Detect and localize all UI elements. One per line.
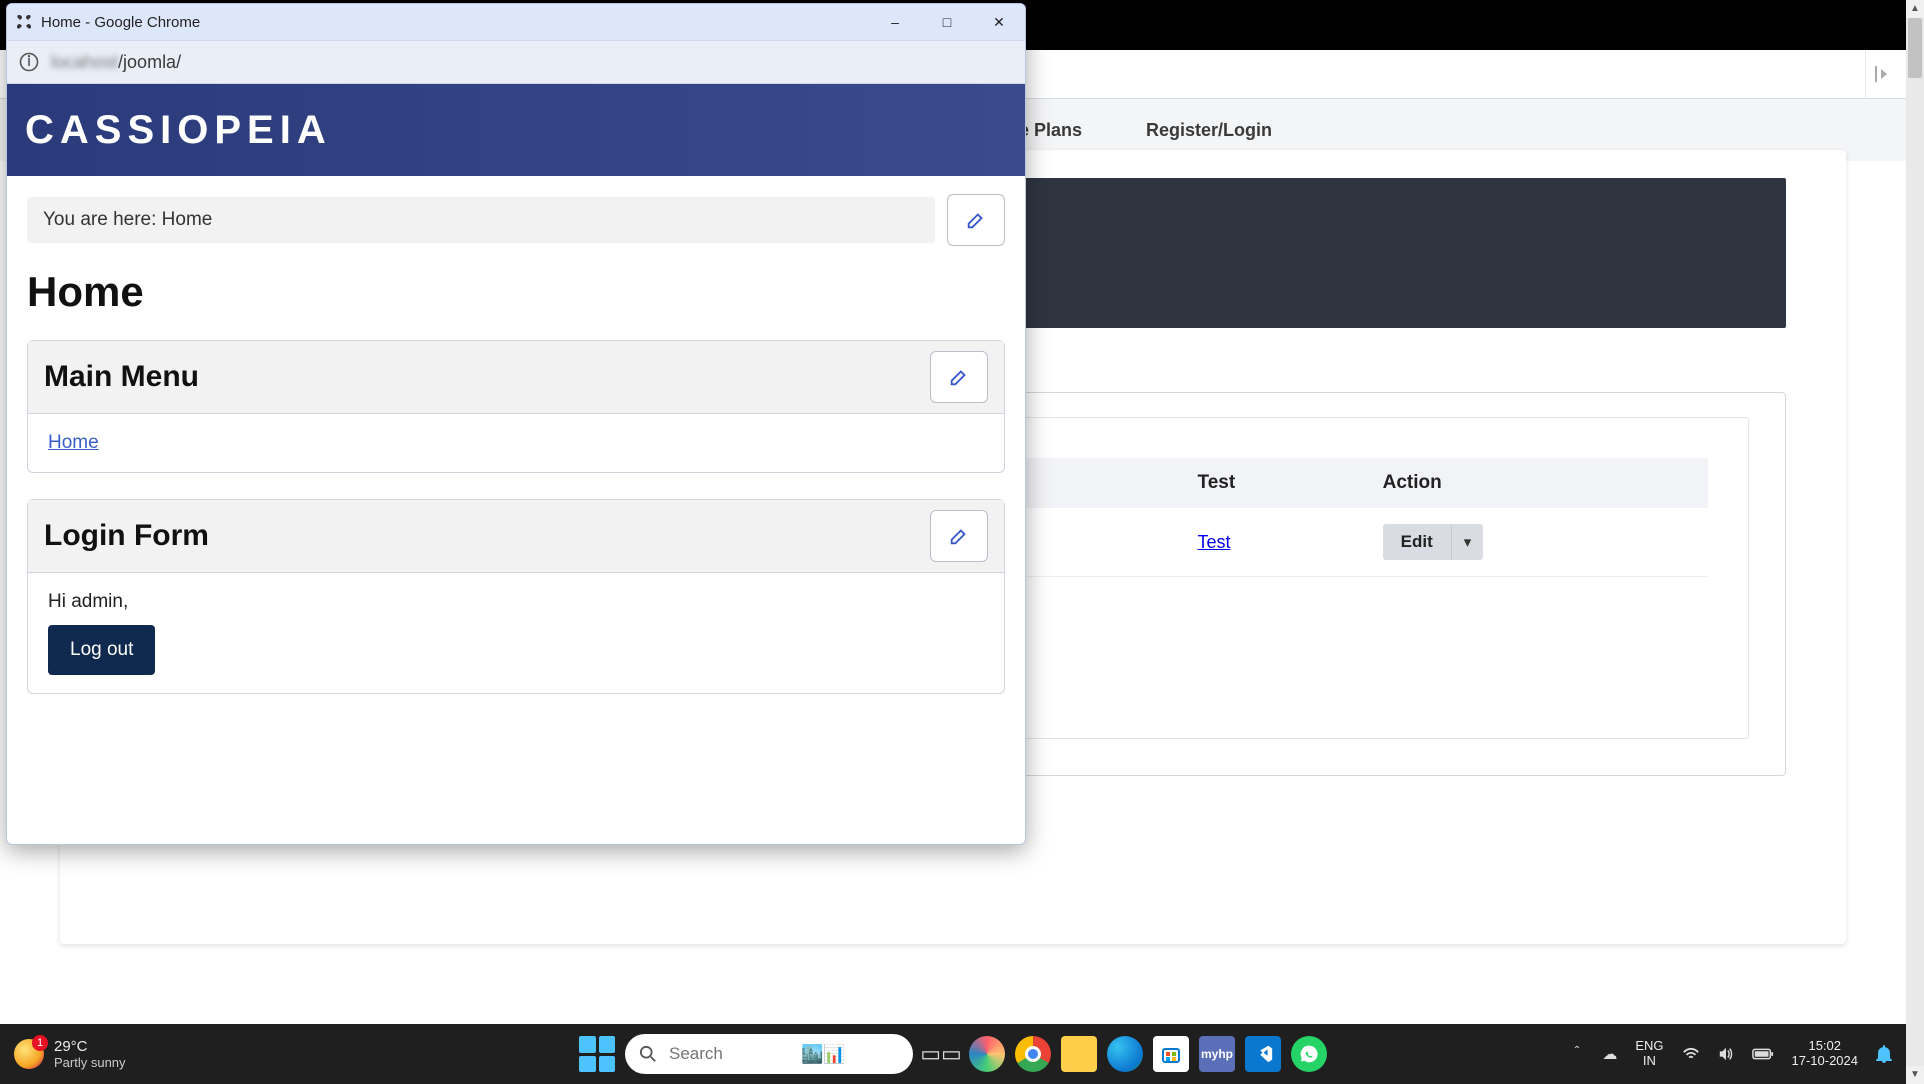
clock[interactable]: 15:02 17-10-2024 [1792, 1039, 1859, 1069]
module-title: Login Form [44, 519, 209, 553]
table-header-test: Test [1180, 458, 1365, 508]
wifi-icon[interactable] [1682, 1047, 1700, 1061]
maximize-button[interactable]: □ [921, 4, 973, 40]
module-title: Main Menu [44, 360, 199, 394]
start-button[interactable] [579, 1036, 615, 1072]
taskbar-weather-widget[interactable]: 1 29°C Partly sunny [0, 1038, 126, 1070]
page-title: Home [27, 268, 1005, 316]
scrollbar-thumb[interactable] [1908, 18, 1922, 78]
module-header: Main Menu [28, 341, 1004, 414]
page-scrollbar[interactable]: ▲ ▼ [1906, 0, 1924, 1084]
battery-icon[interactable] [1752, 1048, 1774, 1060]
close-icon: ✕ [993, 14, 1005, 31]
edit-dropdown-toggle[interactable]: ▾ [1452, 524, 1484, 560]
url-path: /joomla/ [118, 52, 181, 72]
secondary-nav-register-login[interactable]: Register/Login [1146, 120, 1272, 141]
language-bottom: IN [1643, 1054, 1656, 1069]
edit-split-button: Edit ▾ [1383, 524, 1484, 560]
breadcrumb-prefix: You are here: [43, 209, 162, 230]
weather-desc: Partly sunny [54, 1055, 126, 1070]
taskbar-center: 🏙️📊 ▭▭ myhp [579, 1034, 1327, 1074]
breadcrumb: You are here: Home [27, 197, 935, 243]
menu-item-home[interactable]: Home [48, 432, 99, 453]
tray-time: 15:02 [1808, 1039, 1841, 1054]
edge-app-icon[interactable] [1107, 1036, 1143, 1072]
login-form-module: Login Form Hi admin, Log out [27, 499, 1005, 694]
tray-date: 17-10-2024 [1792, 1054, 1859, 1069]
ms-store-icon[interactable] [1153, 1036, 1189, 1072]
windows-taskbar: 1 29°C Partly sunny 🏙️📊 ▭▭ [0, 1024, 1906, 1084]
chrome-app-icon[interactable] [1015, 1036, 1051, 1072]
breadcrumb-current: Home [162, 209, 213, 230]
url-host: locahost [51, 52, 118, 72]
collapse-panel-button[interactable] [1865, 50, 1906, 98]
main-menu-module: Main Menu Home [27, 340, 1005, 473]
edit-icon [948, 366, 970, 388]
weather-icon: 1 [14, 1039, 44, 1069]
minimize-icon: – [891, 14, 899, 30]
task-view-button[interactable]: ▭▭ [923, 1036, 959, 1072]
edit-icon [965, 209, 987, 231]
screen: ▲ ▼ le Reports ? Help [0, 0, 1924, 1084]
module-header: Login Form [28, 500, 1004, 573]
url-text: locahost/joomla/ [51, 52, 181, 73]
weather-temp: 29°C [54, 1038, 126, 1055]
chrome-titlebar[interactable]: Home - Google Chrome – □ ✕ [7, 4, 1025, 40]
login-greeting: Hi admin, [48, 591, 984, 613]
language-indicator[interactable]: ENG IN [1635, 1039, 1663, 1069]
chrome-window: Home - Google Chrome – □ ✕ locahost/joom… [6, 3, 1026, 845]
task-view-icon: ▭▭ [920, 1041, 962, 1067]
edit-module-button[interactable] [930, 351, 988, 403]
close-button[interactable]: ✕ [973, 4, 1025, 40]
breadcrumb-row: You are here: Home [27, 194, 1005, 246]
weather-badge: 1 [32, 1035, 48, 1051]
file-explorer-icon[interactable] [1061, 1036, 1097, 1072]
page-body: You are here: Home Home Main Menu [7, 176, 1025, 738]
logout-button[interactable]: Log out [48, 625, 155, 675]
system-tray: ＾ ☁ ENG IN 15:02 17-10-2024 [1569, 1039, 1906, 1069]
copilot-button[interactable] [969, 1036, 1005, 1072]
site-logo-text[interactable]: CASSIOPEIA [25, 108, 332, 153]
edit-icon [948, 525, 970, 547]
table-header-action: Action [1365, 458, 1708, 508]
scrollbar-up-arrow-icon[interactable]: ▲ [1906, 0, 1924, 18]
edit-module-button[interactable] [930, 510, 988, 562]
taskbar-search-input[interactable] [667, 1043, 791, 1065]
joomla-favicon-icon [15, 13, 33, 31]
module-body: Home [28, 414, 1004, 472]
scrollbar-down-arrow-icon[interactable]: ▼ [1906, 1066, 1924, 1084]
address-bar[interactable]: locahost/joomla/ [7, 40, 1025, 84]
vscode-app-icon[interactable] [1245, 1036, 1281, 1072]
test-link[interactable]: Test [1198, 532, 1231, 552]
whatsapp-app-icon[interactable] [1291, 1036, 1327, 1072]
language-top: ENG [1635, 1039, 1663, 1054]
edit-module-button[interactable] [947, 194, 1005, 246]
myphp-app-icon[interactable]: myhp [1199, 1036, 1235, 1072]
site-header: CASSIOPEIA [7, 84, 1025, 176]
taskbar-search[interactable]: 🏙️📊 [625, 1034, 913, 1074]
weather-text: 29°C Partly sunny [54, 1038, 126, 1070]
volume-icon[interactable] [1718, 1047, 1734, 1061]
edit-button[interactable]: Edit [1383, 524, 1452, 560]
notifications-icon[interactable] [1876, 1045, 1892, 1063]
window-title: Home - Google Chrome [41, 14, 200, 31]
chevron-down-icon: ▾ [1464, 534, 1472, 551]
onedrive-icon[interactable]: ☁ [1602, 1045, 1617, 1063]
tray-overflow-icon[interactable]: ＾ [1569, 1044, 1584, 1065]
maximize-icon: □ [943, 14, 951, 30]
module-body: Hi admin, Log out [28, 573, 1004, 693]
collapse-icon [1875, 66, 1897, 82]
site-info-icon[interactable] [19, 52, 39, 72]
search-decoration-icon: 🏙️📊 [801, 1044, 846, 1065]
minimize-button[interactable]: – [869, 4, 921, 40]
search-icon [639, 1045, 657, 1063]
